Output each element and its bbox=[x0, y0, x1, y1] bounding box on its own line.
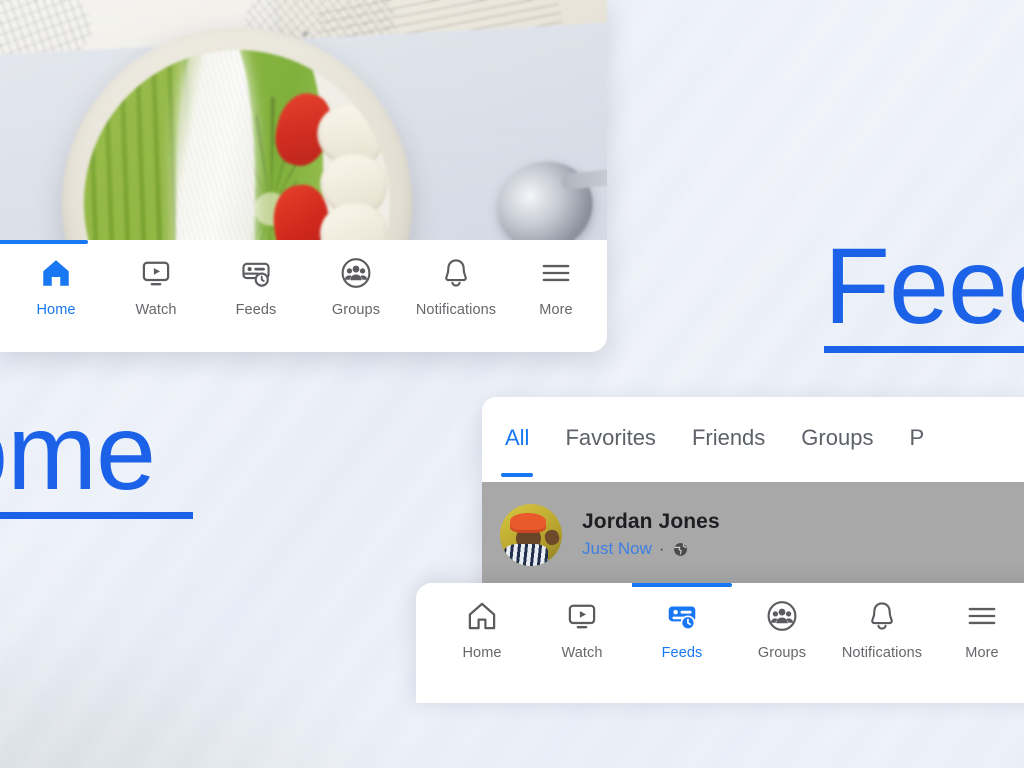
nav-item-label: Home bbox=[36, 302, 76, 318]
feed-filter-tab-friends[interactable]: Friends bbox=[692, 425, 765, 455]
home-headline-text: ome bbox=[0, 391, 156, 512]
smoothie-bowl-photo bbox=[0, 0, 607, 240]
nav-item-label: Watch bbox=[561, 645, 603, 661]
feed-filter-tab-favorites[interactable]: Favorites bbox=[565, 425, 655, 455]
post-separator: · bbox=[658, 539, 665, 558]
post-meta: Jordan Jones Just Now · bbox=[582, 510, 720, 559]
post-subline: Just Now · bbox=[582, 539, 720, 559]
feed-filter-tab-p[interactable]: P bbox=[909, 425, 924, 455]
home-icon bbox=[462, 596, 502, 636]
home-headline-underline bbox=[0, 512, 193, 519]
feeds-icon bbox=[662, 596, 702, 636]
nav-item-feeds[interactable]: Feeds bbox=[632, 583, 732, 661]
hamburger-icon bbox=[962, 596, 1002, 636]
nav-item-label: Notifications bbox=[415, 302, 497, 318]
feed-filter-tab-groups[interactable]: Groups bbox=[801, 425, 873, 455]
watch-icon bbox=[136, 253, 176, 293]
nav-item-label: Home bbox=[462, 645, 502, 661]
nav-item-label: Groups bbox=[331, 302, 381, 318]
nav-item-more[interactable]: More bbox=[506, 240, 606, 318]
feed-post-row[interactable]: Jordan Jones Just Now · bbox=[482, 482, 1024, 587]
hamburger-icon bbox=[536, 253, 576, 293]
nav-item-notifications[interactable]: Notifications bbox=[406, 240, 506, 318]
feed-filter-tabs[interactable]: All Favorites Friends Groups P bbox=[482, 397, 1024, 482]
nav-item-watch[interactable]: Watch bbox=[532, 583, 632, 661]
top-nav-card: Home Watch Feeds Groups Notifications More bbox=[0, 0, 607, 352]
feeds-icon bbox=[236, 253, 276, 293]
watch-icon bbox=[562, 596, 602, 636]
home-headline: ome bbox=[0, 398, 193, 519]
feeds-headline-underline bbox=[824, 346, 1024, 353]
nav-item-watch[interactable]: Watch bbox=[106, 240, 206, 318]
bottom-nav-card: Home Watch Feeds Groups Notifications More bbox=[416, 583, 1024, 703]
nav-item-feeds[interactable]: Feeds bbox=[206, 240, 306, 318]
bottom-nav-active-indicator bbox=[632, 583, 732, 587]
groups-icon bbox=[762, 596, 802, 636]
avatar[interactable] bbox=[500, 503, 562, 566]
nav-item-groups[interactable]: Groups bbox=[306, 240, 406, 318]
nav-item-label: More bbox=[539, 302, 573, 318]
nav-item-label: Watch bbox=[135, 302, 177, 318]
top-nav-active-indicator bbox=[0, 240, 88, 244]
nav-item-home[interactable]: Home bbox=[6, 240, 106, 318]
primary-navigation-bar[interactable]: Home Watch Feeds Groups Notifications More bbox=[0, 240, 607, 344]
groups-icon bbox=[336, 253, 376, 293]
nav-item-more[interactable]: More bbox=[932, 583, 1024, 661]
nav-item-groups[interactable]: Groups bbox=[732, 583, 832, 661]
bell-icon bbox=[436, 253, 476, 293]
nav-item-notifications[interactable]: Notifications bbox=[832, 583, 932, 661]
nav-item-label: Notifications bbox=[841, 645, 923, 661]
nav-item-label: Feeds bbox=[235, 302, 277, 318]
nav-item-label: Groups bbox=[757, 645, 807, 661]
post-timestamp[interactable]: Just Now bbox=[582, 539, 652, 559]
feed-filter-tab-all[interactable]: All bbox=[500, 425, 534, 477]
bell-icon bbox=[862, 596, 902, 636]
home-icon bbox=[36, 253, 76, 293]
feeds-headline-text: Feed bbox=[824, 225, 1024, 346]
nav-item-label: Feeds bbox=[661, 645, 703, 661]
post-author-name[interactable]: Jordan Jones bbox=[582, 510, 720, 534]
nav-item-label: More bbox=[965, 645, 999, 661]
feed-panel: All Favorites Friends Groups P Jordan Jones … bbox=[482, 397, 1024, 587]
globe-public-icon[interactable] bbox=[672, 541, 689, 558]
nav-item-home[interactable]: Home bbox=[432, 583, 532, 661]
secondary-navigation-bar[interactable]: Home Watch Feeds Groups Notifications More bbox=[416, 583, 1024, 703]
feeds-headline: Feed bbox=[824, 232, 1024, 353]
